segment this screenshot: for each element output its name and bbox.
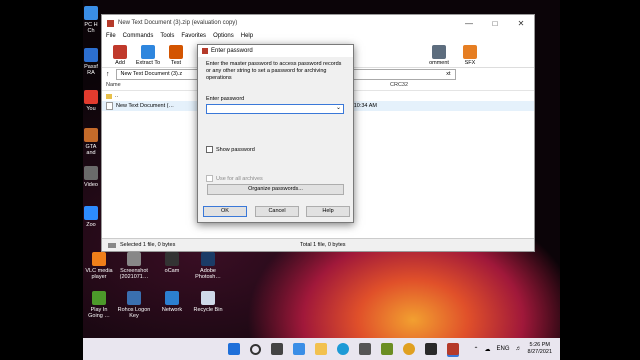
use-for-all-checkbox[interactable]: Use for all archives xyxy=(206,175,345,182)
app-icon xyxy=(127,291,141,305)
ok-button[interactable]: OK xyxy=(203,206,247,217)
app-icon xyxy=(84,6,98,20)
status-total: Total 1 file, 0 bytes xyxy=(300,242,346,248)
close-icon[interactable]: ✕ xyxy=(508,19,534,28)
desktop: PC H Ch Passf RA You GTA and Video Zoo New Text … xyxy=(83,0,560,360)
menu-help[interactable]: Help xyxy=(241,33,253,39)
extract-icon xyxy=(141,45,155,59)
desktop-icon[interactable]: oCam xyxy=(155,252,189,274)
column-crc32[interactable]: CRC32 xyxy=(390,82,450,88)
widgets-icon[interactable] xyxy=(293,343,305,355)
desktop-icon[interactable]: Network xyxy=(155,291,189,313)
test-button[interactable]: Test xyxy=(162,45,190,67)
store-icon[interactable] xyxy=(359,343,371,355)
app-icon xyxy=(84,166,98,180)
app-icon xyxy=(127,252,141,266)
dropdown-icon[interactable]: ⌄ xyxy=(336,104,341,111)
minimize-icon[interactable]: — xyxy=(456,19,482,28)
app-icon xyxy=(201,252,215,266)
network-icon[interactable]: ☁ xyxy=(485,346,491,353)
dialog-description: Enter the master password to access pass… xyxy=(206,61,342,81)
menu-bar: File Commands Tools Favorites Options He… xyxy=(102,31,534,41)
start-icon[interactable] xyxy=(228,343,240,355)
status-selected: Selected 1 file, 0 bytes xyxy=(120,242,176,248)
winrar-app-icon xyxy=(107,19,114,27)
app-icon xyxy=(201,291,215,305)
extract-to-button[interactable]: Extract To xyxy=(134,45,162,67)
menu-options[interactable]: Options xyxy=(213,33,234,39)
tray-chevron-icon[interactable]: ⌃ xyxy=(473,346,478,353)
volume-icon[interactable]: ♬ xyxy=(516,346,522,352)
desktop-icon[interactable]: Play In Going … xyxy=(83,291,116,319)
status-bar: Selected 1 file, 0 bytes Total 1 file, 0… xyxy=(102,238,534,251)
sfx-button[interactable]: SFX xyxy=(456,45,484,67)
task-view-icon[interactable] xyxy=(271,343,283,355)
winrar-app-icon xyxy=(202,48,208,54)
edge-icon[interactable] xyxy=(337,343,349,355)
app-icon xyxy=(84,206,98,220)
password-dialog: Enter password Enter the master password… xyxy=(197,44,354,223)
desktop-icon[interactable]: Rohos Logon Key xyxy=(117,291,151,319)
app-icon xyxy=(84,128,98,142)
file-icon xyxy=(106,102,113,110)
app-icon xyxy=(84,48,98,62)
taskbar: ⌃ ☁ ENG ♬ 5:26 PM 8/27/2021 xyxy=(83,338,560,360)
up-arrow-icon[interactable]: ↑ xyxy=(106,71,110,78)
winrar-icon[interactable] xyxy=(447,343,459,355)
folder-icon xyxy=(106,93,112,99)
desktop-icon[interactable]: Recycle Bin xyxy=(191,291,225,313)
help-button[interactable]: Help xyxy=(306,206,350,217)
search-icon[interactable] xyxy=(250,343,261,355)
add-icon xyxy=(113,45,127,59)
sfx-icon xyxy=(463,45,477,59)
show-password-checkbox[interactable]: Show password xyxy=(206,146,345,153)
file-explorer-icon[interactable] xyxy=(315,343,327,355)
test-icon xyxy=(169,45,183,59)
app-icon[interactable] xyxy=(425,343,437,355)
window-title: New Text Document (3).zip (evaluation co… xyxy=(118,20,238,26)
dialog-title: Enter password xyxy=(211,48,253,54)
desktop-icon[interactable]: Adobe Photosh… xyxy=(191,252,225,280)
app-icon xyxy=(165,252,179,266)
lang-indicator[interactable]: ENG xyxy=(497,346,510,352)
app-icon xyxy=(165,291,179,305)
add-button[interactable]: Add xyxy=(106,45,134,67)
app-icon xyxy=(84,90,98,104)
cancel-button[interactable]: Cancel xyxy=(255,206,299,217)
password-input[interactable]: ⌄ xyxy=(206,104,344,114)
comment-button[interactable]: omment xyxy=(422,45,456,67)
dialog-title-bar: Enter password xyxy=(198,45,353,57)
organize-passwords-button[interactable]: Organize passwords... xyxy=(207,184,344,195)
desktop-icon[interactable]: VLC media player xyxy=(83,252,116,280)
menu-file[interactable]: File xyxy=(106,33,116,39)
app-icon xyxy=(92,252,106,266)
menu-tools[interactable]: Tools xyxy=(160,33,174,39)
title-bar: New Text Document (3).zip (evaluation co… xyxy=(102,15,534,31)
mail-icon[interactable] xyxy=(381,343,393,355)
maximize-icon[interactable]: □ xyxy=(482,19,508,28)
comment-icon xyxy=(432,45,446,59)
menu-favorites[interactable]: Favorites xyxy=(181,33,206,39)
menu-commands[interactable]: Commands xyxy=(123,33,154,39)
chrome-icon[interactable] xyxy=(403,343,415,355)
desktop-icon[interactable]: Screenshot (2021071… xyxy=(117,252,151,280)
password-label: Enter password xyxy=(206,96,245,102)
drive-icon xyxy=(108,242,116,248)
clock[interactable]: 5:26 PM 8/27/2021 xyxy=(528,342,552,356)
app-icon xyxy=(92,291,106,305)
